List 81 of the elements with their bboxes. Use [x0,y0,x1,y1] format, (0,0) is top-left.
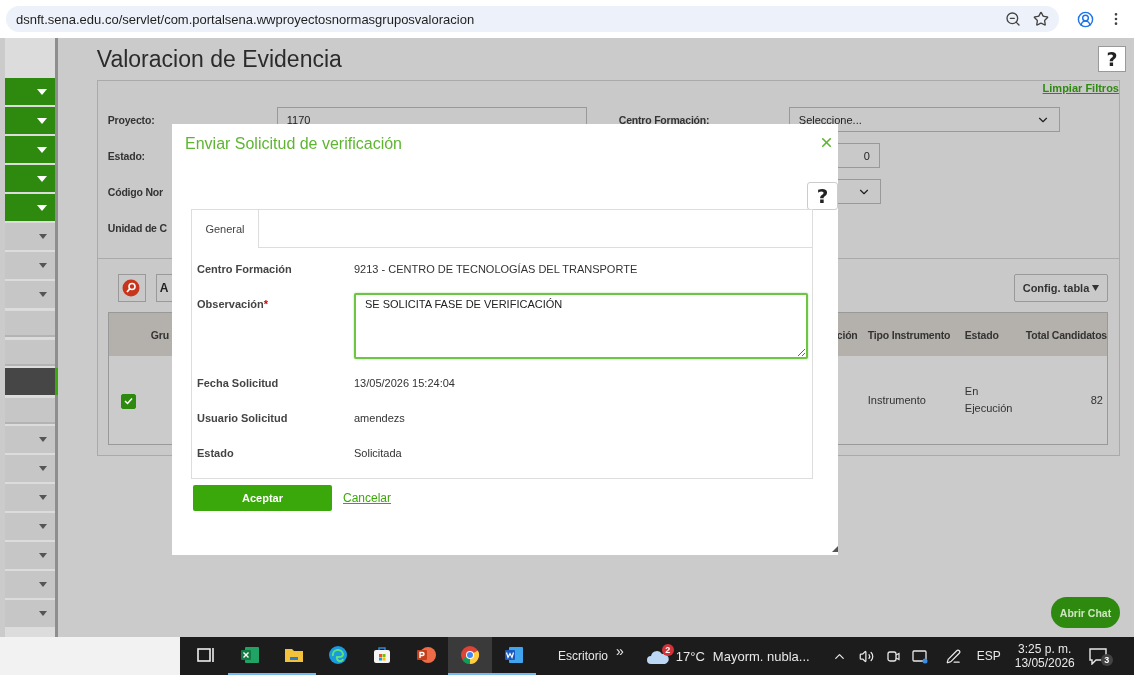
filter-label: Centro Formación: [618,113,710,126]
caret-icon [38,292,47,297]
speaker-icon[interactable] [858,648,874,664]
field-value: amendezs [354,411,406,426]
profile-icon[interactable] [1077,10,1094,28]
table-cell-text: En Ejecución [964,384,1014,416]
field-value: 9213 - CENTRO DE TECNOLOGÍAS DEL TRANSPORTE [354,262,639,277]
column-header: Total Candidatos [1025,328,1107,341]
filter-label: Estado: [107,149,145,162]
caret-icon [36,88,47,95]
observation-field[interactable]: SE SOLICITA FASE DE VERIFICACIÓN [354,293,808,359]
caret-icon [36,204,47,211]
caret-icon [38,495,47,500]
filter-label: Unidad de C [107,221,167,234]
caret-icon [38,524,47,529]
notification-count: 3 [1100,653,1113,666]
caret-icon [38,466,47,471]
overflow-chevrons[interactable]: » [616,643,624,659]
sidebar-menu-item[interactable] [5,107,55,134]
temperature: 17°C [675,648,705,664]
caret-icon [36,175,47,182]
star-icon[interactable] [1033,11,1049,27]
clock[interactable]: 3:25 p. m. 13/05/2026 [1014,642,1075,670]
caret-icon [38,437,47,442]
column-header: Tipo Instrumento [867,328,952,341]
browser-swirl-icon [327,644,349,666]
caret-icon [38,611,47,616]
field-value: 13/05/2026 15:24:04 [354,376,456,391]
center-select[interactable]: Seleccione... [788,107,1060,132]
field-label: Fecha Solicitud [197,376,280,391]
language-indicator[interactable]: ESP [976,649,1001,663]
field-label: Observación* [197,297,269,312]
filter-label: Código Nor [107,185,163,198]
chrome-icon [459,644,481,666]
dialog-title: Enviar Solicitud de verificación [185,135,402,153]
sidebar-menu-item[interactable] [5,165,55,192]
store-bag-icon [371,644,393,666]
zoom-out-icon[interactable] [1005,11,1021,27]
help-button[interactable]: ? [1098,46,1126,72]
presentation-app-icon [415,644,437,666]
checkbox[interactable] [120,393,136,409]
clock-date: 13/05/2026 [1014,656,1075,670]
caret-icon [1092,284,1100,291]
help-button[interactable]: ? [807,182,838,210]
sidebar-menu-item[interactable] [5,136,55,163]
document-app-icon [503,644,525,666]
caret-icon [36,146,47,153]
field-label: Estado [197,446,235,461]
table-cell-text: Instrumento [867,392,927,408]
clock-time: 3:25 p. m. [1018,642,1072,656]
caret-icon [38,553,47,558]
caret-icon [38,234,47,239]
camera-icon[interactable] [885,648,900,664]
page-title: Valoracion de Evidencia [96,45,342,73]
caret-icon [38,263,47,268]
config-table-button[interactable]: Config. tabla [1014,273,1108,302]
tab[interactable]: General [192,210,259,248]
caret-icon [38,582,47,587]
search-button[interactable] [117,273,146,302]
weather-badge: 2 [661,644,674,656]
resize-grip-icon[interactable] [832,546,838,552]
sidebar-menu-item[interactable] [5,194,55,221]
column-header: Gru [150,328,170,341]
spreadsheet-app-icon [239,644,261,666]
sidebar-menu-item[interactable] [5,368,58,395]
field-value: Solicitada [354,446,403,461]
notification-icon[interactable] [1088,647,1107,665]
pen-icon[interactable] [945,648,961,664]
column-header: Estado [964,328,1000,341]
field-label: Centro Formación [197,262,293,277]
check-icon [123,397,133,405]
desktop-label[interactable]: Escritorio [558,649,608,663]
table-cell-text: 82 [1089,392,1104,408]
filter-label: Proyecto: [107,113,155,126]
sidebar-menu-item[interactable] [5,78,55,105]
weather-text: Mayorm. nubla... [712,648,810,664]
display-icon[interactable] [911,648,928,664]
field-label: Usuario Solicitud [197,411,289,426]
taskbar-app-button[interactable] [448,637,492,675]
caret-icon [36,117,47,124]
search-icon [121,278,140,297]
